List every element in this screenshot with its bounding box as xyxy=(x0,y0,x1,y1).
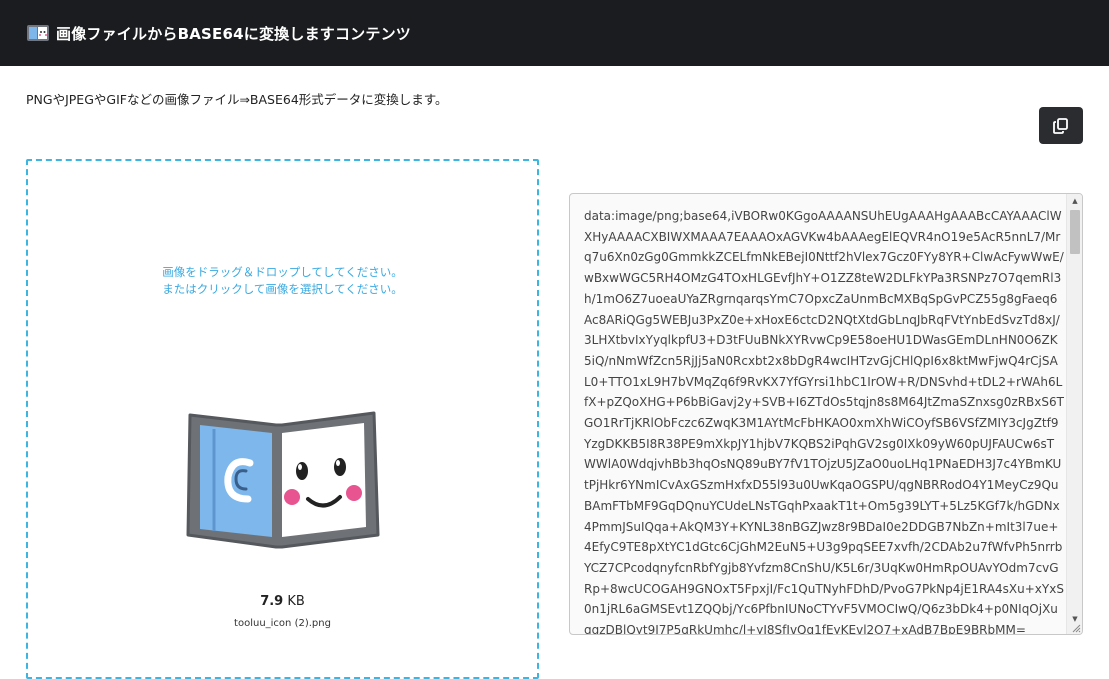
drop-hint: 画像をドラッグ＆ドロップしてしてください。 またはクリックして画像を選択してくだ… xyxy=(28,264,537,298)
image-preview xyxy=(186,411,380,549)
base64-output-textarea[interactable]: data:image/png;base64,iVBORw0KGgoAAAANSU… xyxy=(569,193,1083,635)
file-size-unit: KB xyxy=(283,594,305,609)
scroll-thumb[interactable] xyxy=(1070,210,1080,254)
scroll-up-arrow-icon[interactable]: ▲ xyxy=(1067,194,1082,208)
image-dropzone[interactable]: 画像をドラッグ＆ドロップしてしてください。 またはクリックして画像を選択してくだ… xyxy=(26,159,539,679)
copy-button[interactable] xyxy=(1039,107,1083,144)
app-header: 画像ファイルからBASE64に変換しますコンテンツ xyxy=(0,0,1109,66)
file-name: tooluu_icon (2).png xyxy=(234,618,331,629)
page-description: PNGやJPEGやGIFなどの画像ファイル⇒BASE64形式データに変換します。 xyxy=(26,92,448,107)
drop-hint-line-1: 画像をドラッグ＆ドロップしてしてください。 xyxy=(162,265,403,279)
copy-icon xyxy=(1053,117,1068,134)
file-size-value: 7.9 xyxy=(260,594,284,609)
output-scrollbar[interactable]: ▲ ▼ xyxy=(1066,194,1082,634)
drop-hint-line-2: またはクリックして画像を選択してください。 xyxy=(162,282,403,296)
resize-grip-icon[interactable] xyxy=(1071,623,1081,633)
page-title: 画像ファイルからBASE64に変換しますコンテンツ xyxy=(56,24,411,43)
book-face-icon xyxy=(186,411,380,549)
book-face-icon xyxy=(27,25,49,41)
file-size: 7.9 KB xyxy=(28,594,537,609)
base64-output-text[interactable]: data:image/png;base64,iVBORw0KGgoAAAANSU… xyxy=(584,206,1064,634)
